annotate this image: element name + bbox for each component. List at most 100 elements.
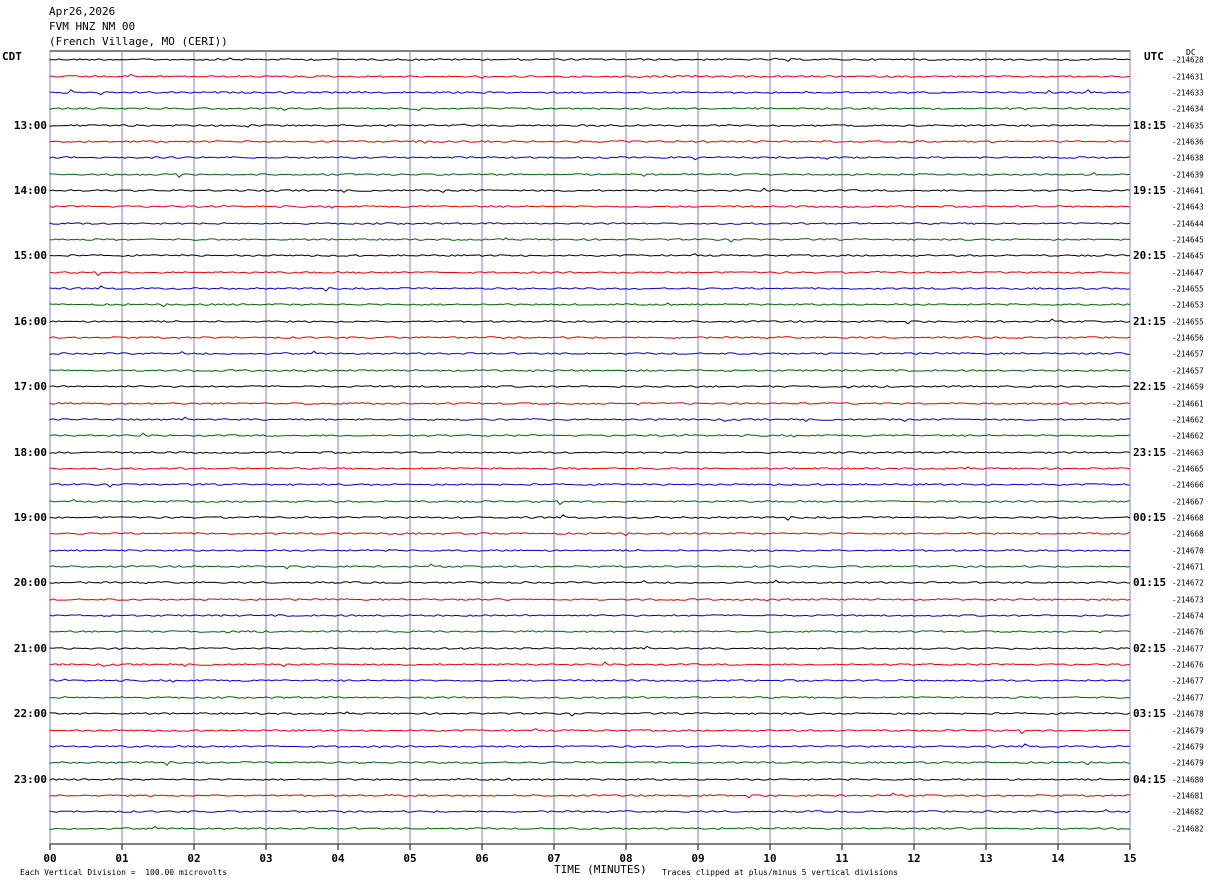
trace-line — [49, 678, 1131, 683]
clip-note: Traces clipped at plus/minus 5 vertical … — [662, 868, 899, 877]
dc-offset-label: -214653 — [1172, 301, 1204, 310]
trace-line — [49, 89, 1131, 96]
left-hour-label: 14:00 — [14, 184, 47, 197]
x-tick-label: 10 — [763, 852, 776, 865]
trace-line — [49, 777, 1131, 781]
dc-offset-label: -214672 — [1172, 579, 1204, 588]
dc-offset-label: -214657 — [1172, 367, 1204, 376]
trace-line — [49, 466, 1131, 470]
dc-offset-label: -214634 — [1172, 105, 1204, 114]
dc-offset-label: -214670 — [1172, 547, 1204, 556]
right-hour-label: 20:15 — [1133, 249, 1166, 262]
dc-offset-label: -214657 — [1172, 350, 1204, 359]
trace-line — [49, 171, 1131, 179]
dc-offset-label: -214645 — [1172, 252, 1204, 261]
dc-offset-label: -214674 — [1172, 612, 1204, 621]
dc-offset-label: -214679 — [1172, 759, 1204, 768]
x-tick-label: 06 — [475, 852, 489, 865]
dc-offset-label: -214676 — [1172, 628, 1204, 637]
x-tick-label: 12 — [907, 852, 920, 865]
dc-offset-label: -214680 — [1172, 776, 1204, 785]
trace-line — [49, 451, 1131, 454]
trace-line — [49, 204, 1131, 209]
dc-offset-label: -214677 — [1172, 694, 1204, 703]
trace-line — [49, 711, 1131, 717]
dc-offset-label: -214647 — [1172, 269, 1204, 278]
trace-line — [49, 402, 1131, 406]
right-hour-label: 19:15 — [1133, 184, 1166, 197]
x-tick-label: 15 — [1123, 852, 1136, 865]
right-hour-label: 18:15 — [1133, 119, 1166, 132]
left-hour-label: 21:00 — [14, 642, 47, 655]
dc-offset-label: -214678 — [1172, 710, 1204, 719]
dc-offset-label: -214636 — [1172, 138, 1204, 147]
dc-offset-label: -214668 — [1172, 514, 1204, 523]
dc-offset-label: -214665 — [1172, 465, 1204, 474]
dc-offset-label: -214682 — [1172, 825, 1204, 834]
x-tick-label: 11 — [835, 852, 849, 865]
x-tick-label: 05 — [403, 852, 416, 865]
dc-offset-label: -214668 — [1172, 530, 1204, 539]
x-tick-label: 02 — [187, 852, 200, 865]
dc-offset-label: -214659 — [1172, 383, 1204, 392]
dc-offset-label: -214662 — [1172, 416, 1204, 425]
dc-offset-label: -214643 — [1172, 203, 1204, 212]
dc-offset-label: -214681 — [1172, 792, 1204, 801]
trace-line — [49, 73, 1131, 79]
dc-offset-label: -214635 — [1172, 122, 1204, 131]
dc-offset-label: -214673 — [1172, 596, 1204, 605]
x-tick-label: 09 — [691, 852, 704, 865]
dc-offset-label: -214677 — [1172, 645, 1204, 654]
dc-offset-label: -214645 — [1172, 236, 1204, 245]
trace-line — [49, 514, 1131, 521]
dc-offset-label: -214639 — [1172, 171, 1204, 180]
trace-line — [49, 645, 1131, 650]
right-hour-label: 21:15 — [1133, 315, 1166, 328]
right-hour-label: 23:15 — [1133, 446, 1166, 459]
dc-offset-label: -214638 — [1172, 154, 1204, 163]
trace-line — [49, 549, 1131, 552]
trace-line — [49, 743, 1130, 748]
trace-line — [49, 385, 1131, 389]
scale-note: Each Vertical Division = 100.00 microvol… — [20, 868, 228, 877]
trace-line — [49, 222, 1131, 225]
trace-line — [49, 369, 1131, 373]
left-hour-label: 13:00 — [14, 119, 47, 132]
trace-line — [49, 350, 1131, 355]
trace-line — [49, 253, 1131, 257]
trace-line — [49, 123, 1131, 128]
dc-offset-label: -214679 — [1172, 727, 1204, 736]
left-hour-label: 16:00 — [14, 315, 47, 328]
x-tick-label: 04 — [331, 852, 345, 865]
trace-line — [49, 728, 1131, 735]
trace-line — [49, 661, 1131, 668]
trace-line — [49, 285, 1131, 292]
trace-line — [49, 761, 1131, 766]
dc-offset-label: -214656 — [1172, 334, 1204, 343]
dc-offset-label: -214679 — [1172, 743, 1204, 752]
dc-offset-label: -214628 — [1172, 56, 1204, 65]
dc-offset-label: -214682 — [1172, 808, 1204, 817]
dc-offset-label: -214662 — [1172, 432, 1204, 441]
trace-line — [49, 499, 1131, 506]
x-axis-title: TIME (MINUTES) — [554, 863, 647, 876]
right-hour-label: 01:15 — [1133, 576, 1166, 589]
x-tick-label: 03 — [259, 852, 272, 865]
plot-frame — [49, 50, 1131, 845]
trace-line — [49, 416, 1130, 423]
trace-line — [49, 792, 1131, 799]
dc-offset-label: -214677 — [1172, 677, 1204, 686]
trace-line — [49, 432, 1131, 438]
left-hour-label: 17:00 — [14, 380, 47, 393]
trace-line — [49, 825, 1131, 831]
trace-line — [49, 598, 1131, 602]
trace-line — [49, 302, 1131, 308]
dc-offset-label: -214676 — [1172, 661, 1204, 670]
dc-offset-label: -214666 — [1172, 481, 1204, 490]
x-tick-label: 01 — [115, 852, 129, 865]
left-hour-label: 20:00 — [14, 576, 47, 589]
trace-line — [49, 483, 1131, 488]
dc-offset-label: -214667 — [1172, 498, 1204, 507]
trace-line — [49, 107, 1131, 112]
trace-line — [49, 579, 1131, 585]
